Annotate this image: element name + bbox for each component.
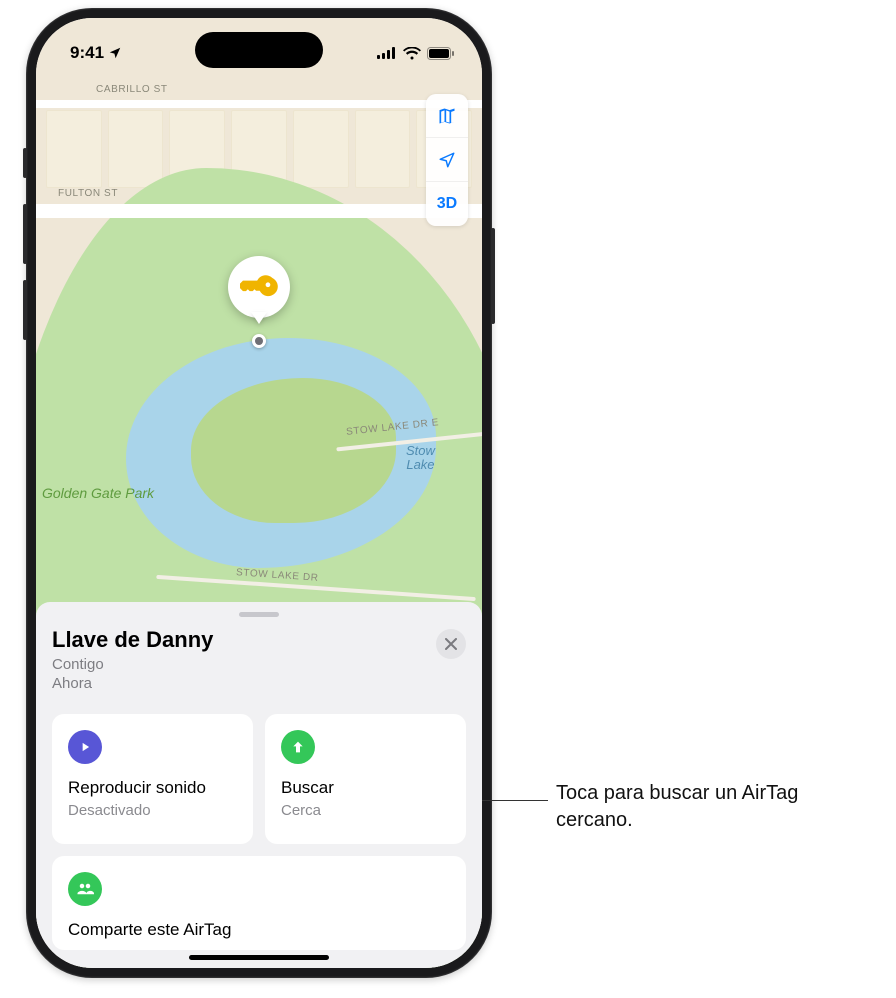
phone-screen: 9:41 CABRILLO ST: [36, 18, 482, 968]
item-status: Contigo: [52, 656, 104, 673]
road: [36, 204, 482, 218]
location-arrow-icon: [438, 151, 456, 169]
dynamic-island: [195, 32, 323, 68]
iphone-frame: 9:41 CABRILLO ST: [26, 8, 492, 978]
key-icon: [240, 268, 278, 306]
item-detail-sheet[interactable]: Llave de Danny Contigo Ahora Reproducir …: [36, 602, 482, 968]
3d-toggle-button[interactable]: 3D: [426, 182, 468, 226]
close-button[interactable]: [436, 629, 466, 659]
play-sound-status: Desactivado: [68, 802, 237, 819]
callout-text: Toca para buscar un AirTag cercano.: [556, 780, 876, 834]
share-airtag-card[interactable]: Comparte este AirTag: [52, 856, 466, 950]
mute-switch[interactable]: [23, 148, 27, 178]
share-title: Comparte este AirTag: [68, 920, 450, 940]
play-sound-title: Reproducir sonido: [68, 778, 237, 798]
location-services-icon: [108, 46, 122, 60]
status-time: 9:41: [70, 43, 104, 63]
lake-island: [191, 378, 396, 523]
item-updated: Ahora: [52, 675, 92, 692]
lake-label: Stow Lake: [406, 444, 435, 473]
airtag-pin[interactable]: [228, 256, 290, 318]
volume-up-button[interactable]: [23, 204, 27, 264]
cellular-icon: [377, 47, 397, 59]
play-icon: [68, 730, 102, 764]
power-button[interactable]: [491, 228, 495, 324]
find-card[interactable]: Buscar Cerca: [265, 714, 466, 844]
park-label: Golden Gate Park: [42, 485, 154, 501]
item-title: Llave de Danny: [52, 627, 213, 653]
find-title: Buscar: [281, 778, 450, 798]
people-icon: [68, 872, 102, 906]
close-icon: [445, 638, 457, 650]
find-status: Cerca: [281, 802, 450, 819]
locate-me-button[interactable]: [426, 138, 468, 182]
volume-down-button[interactable]: [23, 280, 27, 340]
wifi-icon: [403, 47, 421, 60]
map-controls: 3D: [426, 94, 468, 226]
road: [36, 100, 482, 108]
home-indicator[interactable]: [189, 955, 329, 960]
map-mode-button[interactable]: [426, 94, 468, 138]
play-sound-card[interactable]: Reproducir sonido Desactivado: [52, 714, 253, 844]
sheet-grabber[interactable]: [239, 612, 279, 617]
map-icon: [437, 106, 457, 126]
battery-icon: [427, 47, 454, 60]
street-label-cabrillo: CABRILLO ST: [96, 84, 168, 95]
street-label-fulton: FULTON ST: [58, 188, 118, 199]
3d-label: 3D: [437, 195, 457, 213]
arrow-up-icon: [281, 730, 315, 764]
